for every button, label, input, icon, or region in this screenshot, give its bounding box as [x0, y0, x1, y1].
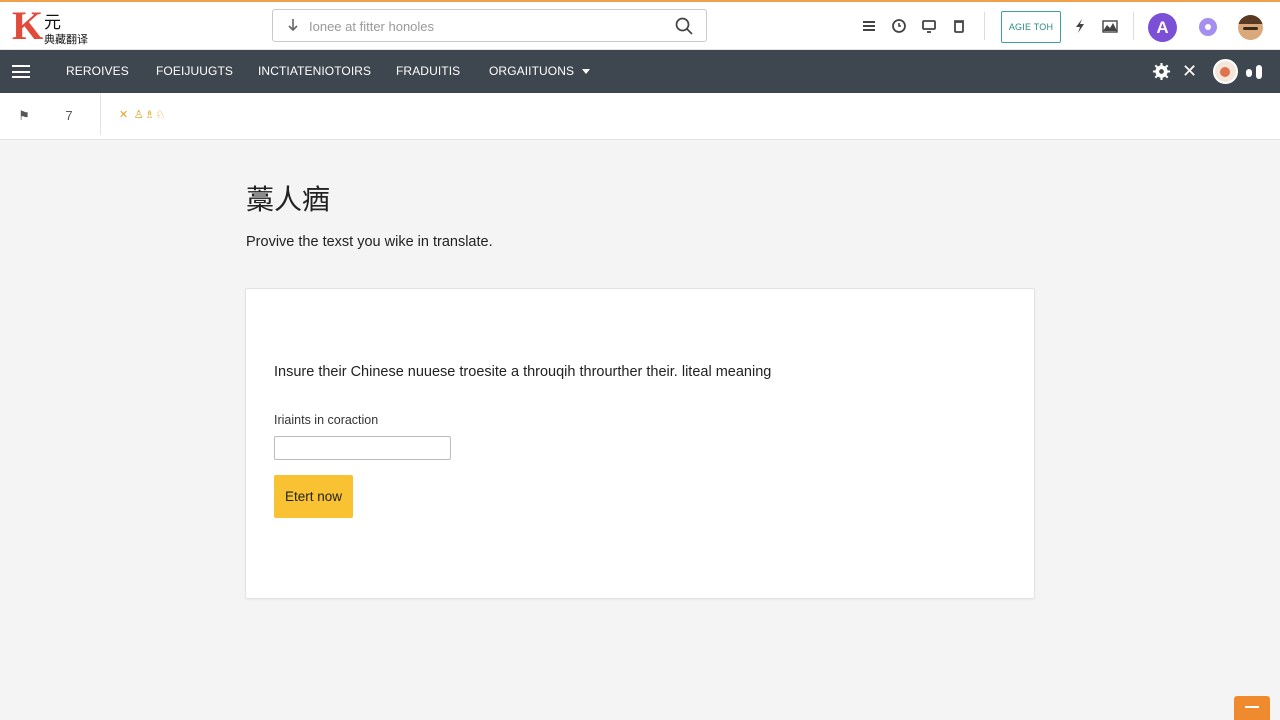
hamburger-menu-icon[interactable] [12, 65, 30, 78]
nav-item-orgaiituons[interactable]: ORGAIITUONS [489, 50, 591, 93]
nav-item-foeijuugts[interactable]: FOEIJUUGTS [156, 50, 233, 93]
nav-item-fraduitis[interactable]: FRADUITIS [396, 50, 460, 93]
user-avatar[interactable] [1238, 15, 1263, 40]
nav-item-inctiatenioto[interactable]: INCTIATENIOTOIRS [258, 50, 371, 93]
clock-icon[interactable] [890, 17, 908, 35]
profile-avatar[interactable] [1213, 59, 1238, 84]
seven-icon[interactable]: 7 [61, 108, 77, 124]
flag-icon[interactable]: ⚑ [16, 108, 32, 124]
logo-letter: K [12, 3, 44, 48]
search-bar [272, 9, 707, 42]
microphone-icon[interactable] [285, 17, 301, 35]
page-title: 藁人㾞 [246, 183, 331, 216]
nav-item-reroives[interactable]: REROIVES [66, 50, 129, 93]
close-icon[interactable]: ✕ [1182, 62, 1198, 81]
nav-item-label: ORGAIITUONS [489, 64, 575, 78]
list-icon[interactable] [860, 17, 878, 35]
badge-button[interactable]: AGIE TOH [1001, 11, 1061, 43]
secondary-toolbar: ⚑ 7 ✕ ♙♗♘ [0, 93, 1280, 140]
field-label: Iriaints in coraction [274, 413, 379, 427]
text-input[interactable] [274, 436, 451, 460]
trash-icon[interactable] [950, 17, 968, 35]
card-description: Insure their Chinese nuuese troesite a t… [274, 364, 772, 380]
logo[interactable]: K 元 典藏翻译 [10, 4, 100, 50]
avatar[interactable]: A [1148, 13, 1177, 42]
feedback-button[interactable] [1234, 696, 1270, 720]
chevron-down-icon [582, 69, 591, 75]
divider [1133, 12, 1134, 40]
image-icon[interactable] [1101, 17, 1119, 35]
main-nav: REROIVES FOEIJUUGTS INCTIATENIOTOIRS FRA… [0, 50, 1280, 93]
lightning-icon[interactable] [1071, 17, 1089, 35]
top-header: K 元 典藏翻译 AGIE TOH A [0, 0, 1280, 50]
gear-icon[interactable] [1152, 62, 1171, 81]
status-dot-icon[interactable] [1199, 18, 1217, 36]
page-subtitle: Provive the texst you wike in translate. [246, 234, 493, 250]
translation-card: Insure their Chinese nuuese troesite a t… [245, 288, 1035, 599]
monitor-icon[interactable] [920, 17, 938, 35]
search-input[interactable] [309, 16, 669, 36]
toggle-icon[interactable] [1244, 62, 1266, 82]
search-icon[interactable] [674, 16, 694, 36]
logo-subtitle: 典藏翻译 [44, 33, 88, 46]
divider [100, 93, 101, 135]
divider [984, 12, 985, 40]
submit-button[interactable]: Etert now [274, 475, 353, 518]
logo-glyph: 元 [44, 13, 61, 33]
filter-tag[interactable]: ✕ ♙♗♘ [119, 108, 166, 121]
